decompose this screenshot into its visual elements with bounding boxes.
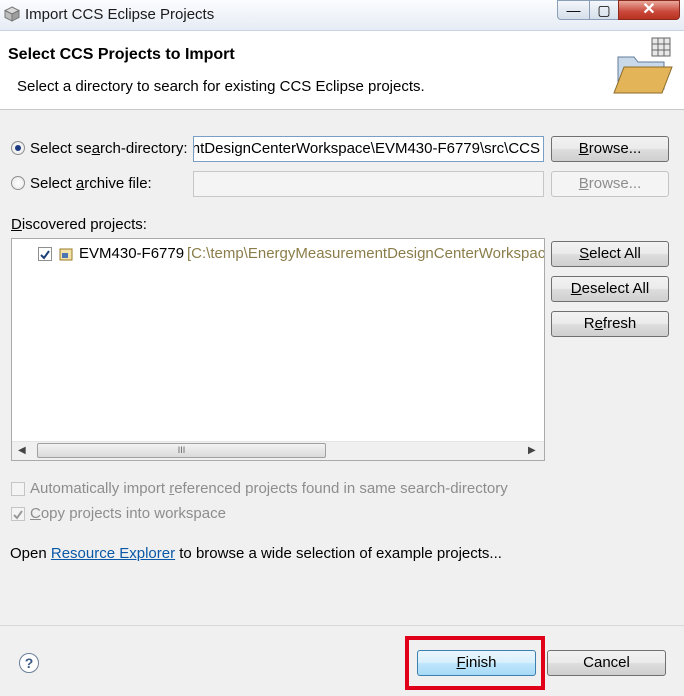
wizard-header: Select CCS Projects to Import Select a d… [0,31,684,110]
close-icon: ✕ [642,1,656,18]
auto-import-checkbox[interactable] [11,482,25,496]
page-description: Select a directory to search for existin… [17,78,425,95]
cancel-button[interactable]: Cancel [547,650,666,676]
search-directory-input[interactable]: entDesignCenterWorkspace\EVM430-F6779\sr… [193,136,544,162]
page-title: Select CCS Projects to Import [8,46,235,63]
copy-projects-checkbox[interactable] [11,507,25,521]
scroll-right-icon[interactable]: ▶ [528,445,536,456]
project-path: [C:\temp\EnergyMeasurementDesignCenterWo… [187,245,545,262]
window-title: Import CCS Eclipse Projects [25,6,215,23]
help-icon[interactable]: ? [19,653,39,673]
archive-file-input[interactable] [193,171,544,197]
footer-divider [0,625,684,626]
browse-directory-button[interactable]: Browse... [551,136,669,162]
folder-import-icon [613,37,673,94]
archive-file-label: Select archive file: [30,175,152,192]
horizontal-scrollbar[interactable]: ◀ III ▶ [12,441,544,460]
copy-projects-label: Copy projects into workspace [30,505,226,522]
browse-archive-button[interactable]: Browse... [551,171,669,197]
import-dialog: Import CCS Eclipse Projects — ▢ ✕ Select… [0,0,684,696]
resource-explorer-info: Open Resource Explorer to browse a wide … [10,545,502,562]
checkmark-icon [40,250,50,260]
scroll-grip-icon: III [177,445,186,455]
search-directory-value: entDesignCenterWorkspace\EVM430-F6779\sr… [193,140,540,157]
deselect-all-button[interactable]: Deselect All [551,276,669,302]
project-checkbox[interactable] [38,247,52,261]
select-all-button[interactable]: Select All [551,241,669,267]
maximize-button[interactable]: ▢ [589,0,619,20]
minimize-button[interactable]: — [557,0,590,20]
refresh-button[interactable]: Refresh [551,311,669,337]
scroll-left-icon[interactable]: ◀ [18,445,26,456]
finish-highlight-box [405,636,545,690]
close-button[interactable]: ✕ [618,0,680,20]
scrollbar-thumb[interactable]: III [37,443,326,458]
maximize-icon: ▢ [597,2,611,18]
project-folder-icon [59,248,73,261]
checkmark-icon [13,510,23,520]
title-bar[interactable]: Import CCS Eclipse Projects — ▢ ✕ [0,0,684,31]
app-icon [4,6,20,22]
archive-file-radio[interactable] [11,176,25,190]
project-name: EVM430-F6779 [79,245,185,262]
resource-explorer-link[interactable]: Resource Explorer [51,545,175,562]
discovered-projects-label: Discovered projects: [11,216,147,233]
search-directory-label: Select search-directory: [30,140,188,157]
projects-list[interactable]: EVM430-F6779 [C:\temp\EnergyMeasurementD… [11,238,545,461]
search-directory-radio[interactable] [11,141,25,155]
auto-import-label: Automatically import referenced projects… [30,480,508,497]
minimize-icon: — [566,2,581,18]
radio-selected-dot [15,145,21,151]
